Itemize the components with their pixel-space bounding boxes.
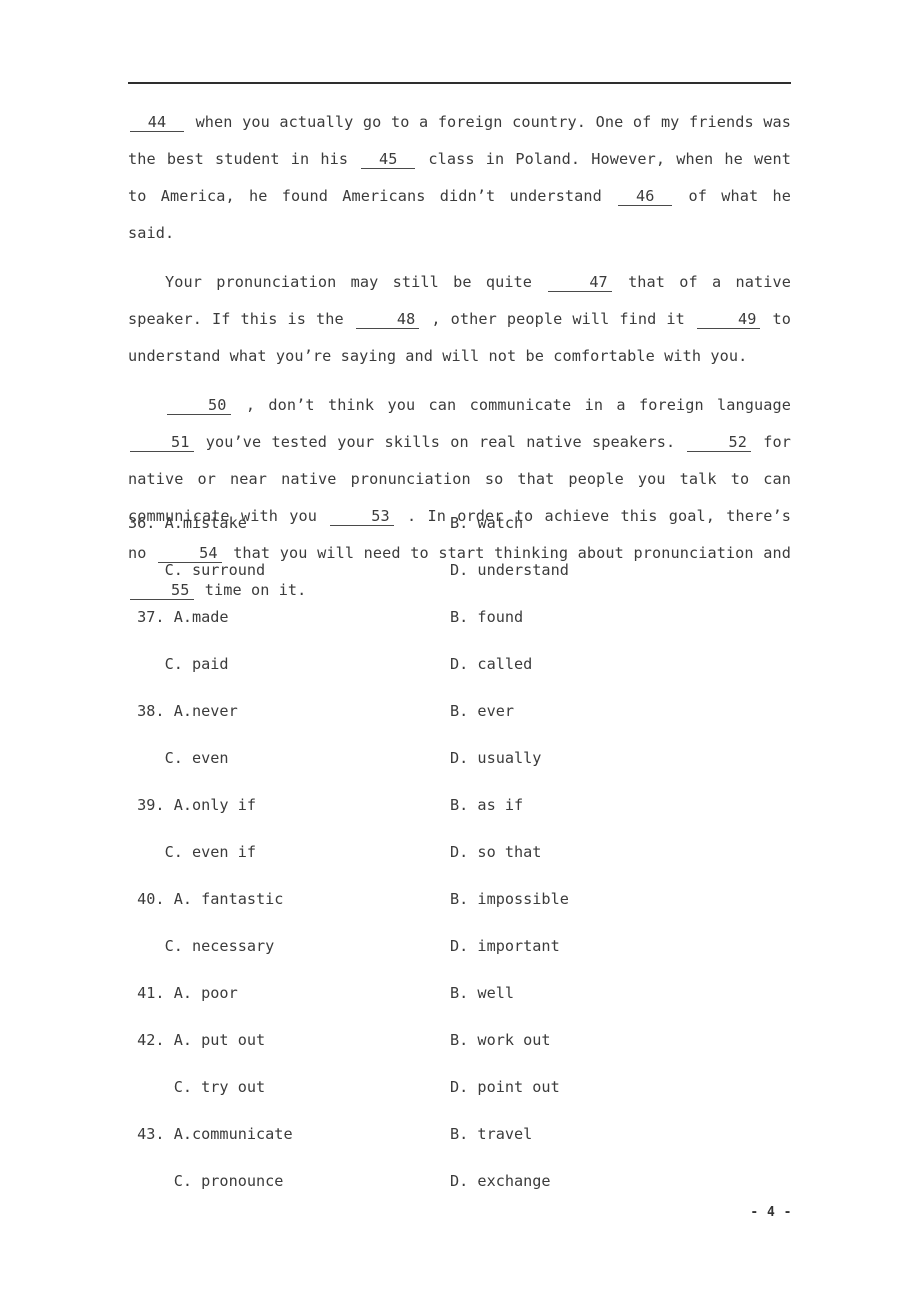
document-page: 44 when you actually go to a foreign cou… — [0, 0, 920, 1302]
option-left[interactable]: C. necessary — [128, 923, 275, 970]
question-row: 40. A. fantastic B. impossible — [128, 876, 791, 923]
question-row: C. necessary D. important — [128, 923, 791, 970]
option-right[interactable]: B. ever — [450, 688, 514, 735]
cloze-blank-44[interactable]: 44 — [130, 113, 184, 133]
option-left[interactable]: 37. A.made — [128, 594, 228, 641]
option-left[interactable]: C. try out — [128, 1064, 265, 1111]
passage-text: , other people will find it — [421, 310, 695, 328]
option-left[interactable]: C. pronounce — [128, 1158, 284, 1205]
passage-text: Your pronunciation may still be quite — [165, 273, 547, 291]
cloze-blank-46[interactable]: 46 — [618, 187, 673, 207]
question-row: C. paid D. called — [128, 641, 791, 688]
passage-text: , don’t think you can communicate in a f… — [232, 396, 791, 414]
option-right[interactable]: D. called — [450, 641, 532, 688]
option-right[interactable]: D. point out — [450, 1064, 560, 1111]
option-right[interactable]: D. important — [450, 923, 560, 970]
question-row: C. try out D. point out — [128, 1064, 791, 1111]
passage-paragraph: Your pronunciation may still be quite 47… — [128, 264, 791, 375]
question-row: C. surround D. understand — [128, 547, 791, 594]
option-left[interactable]: C. paid — [128, 641, 229, 688]
passage-paragraph: 44 when you actually go to a foreign cou… — [128, 104, 791, 252]
option-left[interactable]: C. even if — [128, 829, 256, 876]
multiple-choice-options: 36. A.mistake B. watch C. surround D. unde… — [128, 500, 791, 1205]
cloze-blank-45[interactable]: 45 — [361, 150, 416, 170]
option-left[interactable]: C. surround — [128, 547, 266, 594]
question-row: 43. A.communicate B. travel — [128, 1111, 791, 1158]
header-rule — [128, 82, 791, 84]
cloze-blank-48[interactable]: 48 — [355, 310, 420, 330]
option-left[interactable]: 39. A.only if — [128, 782, 256, 829]
option-right[interactable]: B. found — [450, 594, 523, 641]
cloze-blank-47[interactable]: 47 — [548, 273, 612, 293]
question-row: 36. A.mistake B. watch — [128, 500, 791, 547]
option-right[interactable]: B. impossible — [450, 876, 569, 923]
cloze-blank-50[interactable]: 50 — [167, 396, 231, 416]
option-right[interactable]: D. understand — [450, 547, 569, 594]
option-left[interactable]: 40. A. fantastic — [128, 876, 283, 923]
option-right[interactable]: D. usually — [450, 735, 541, 782]
option-right[interactable]: B. work out — [450, 1017, 551, 1064]
option-left[interactable]: 42. A. put out — [128, 1017, 265, 1064]
question-row: 37. A.made B. found — [128, 594, 791, 641]
option-right[interactable]: D. so that — [450, 829, 541, 876]
option-left[interactable]: C. even — [128, 735, 229, 782]
option-right[interactable]: B. well — [450, 970, 514, 1017]
question-row: 38. A.never B. ever — [128, 688, 791, 735]
cloze-blank-51[interactable]: 51 — [130, 433, 194, 453]
question-row: C. even D. usually — [128, 735, 791, 782]
cloze-blank-49[interactable]: 49 — [696, 310, 761, 330]
question-row: 39. A.only if B. as if — [128, 782, 791, 829]
option-right[interactable]: B. watch — [450, 500, 523, 547]
option-left[interactable]: 38. A.never — [128, 688, 238, 735]
question-row: 42. A. put out B. work out — [128, 1017, 791, 1064]
option-right[interactable]: B. travel — [450, 1111, 532, 1158]
option-left[interactable]: 41. A. poor — [128, 970, 238, 1017]
question-row: 41. A. poor B. well — [128, 970, 791, 1017]
option-left[interactable]: 43. A.communicate — [128, 1111, 292, 1158]
page-number: - 4 - — [750, 1205, 792, 1220]
question-row: C. even if D. so that — [128, 829, 791, 876]
passage-text: you’ve tested your skills on real native… — [195, 433, 686, 451]
option-right[interactable]: D. exchange — [450, 1158, 551, 1205]
question-row: C. pronounce D. exchange — [128, 1158, 791, 1205]
cloze-blank-52[interactable]: 52 — [687, 433, 751, 453]
option-right[interactable]: B. as if — [450, 782, 523, 829]
option-left[interactable]: 36. A.mistake — [128, 500, 247, 547]
